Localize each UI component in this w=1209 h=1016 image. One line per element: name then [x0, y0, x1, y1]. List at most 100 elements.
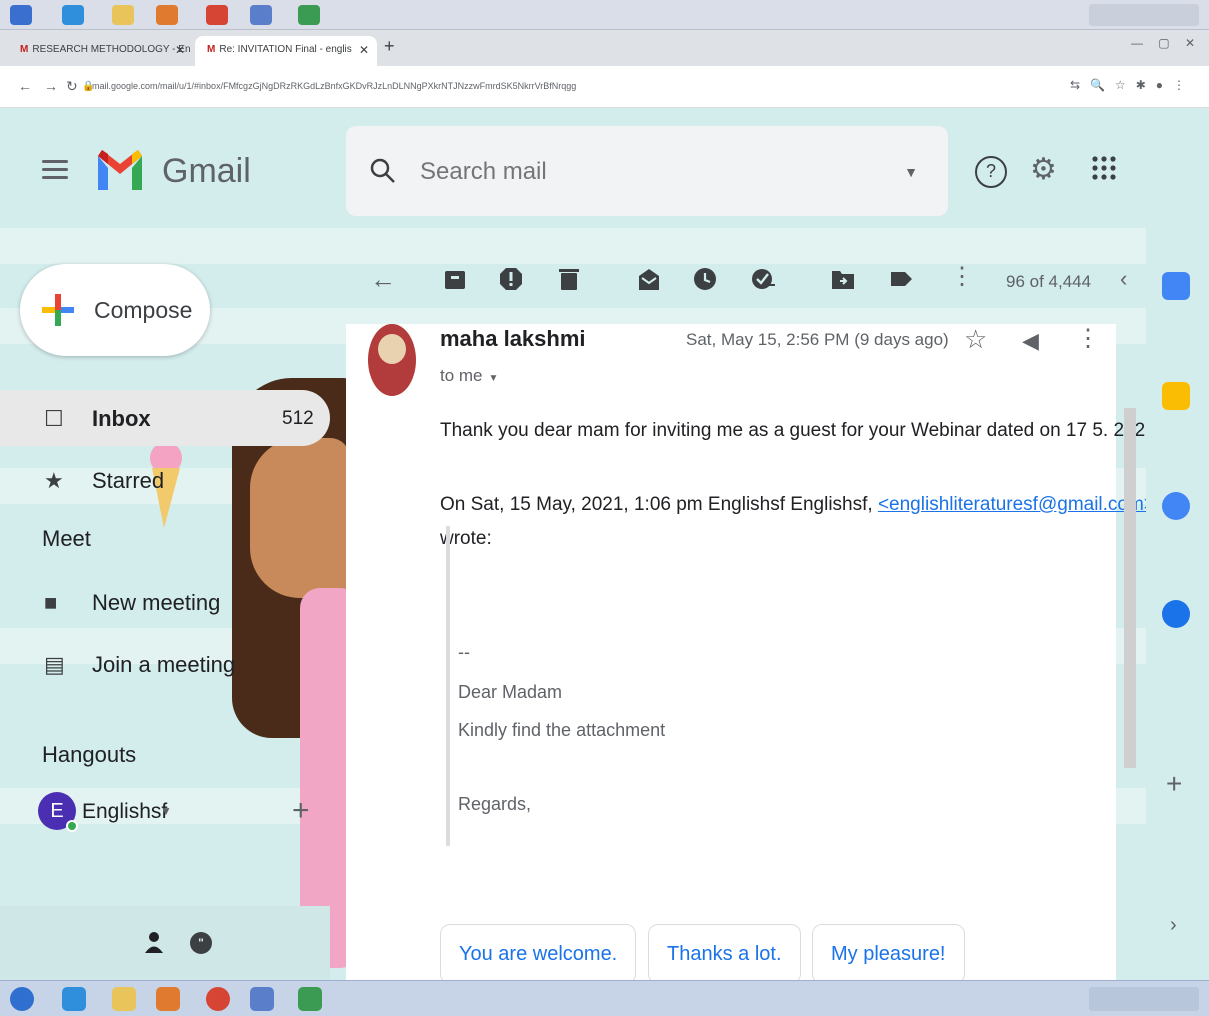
taskbar-app-icon[interactable] [250, 987, 274, 1011]
reload-icon[interactable]: ↻ [66, 78, 78, 95]
quoted-line: Dear Madam [458, 682, 563, 702]
message-position-count: 96 of 4,444 [1006, 272, 1092, 291]
compose-label: Compose [94, 297, 193, 323]
email-body-text: Thank you dear mam for inviting me as a … [440, 420, 1156, 441]
quote-header: On Sat, 15 May, 2021, 1:06 pm Englishsf … [440, 494, 1155, 516]
video-camera-icon: ■ [44, 590, 58, 615]
taskbar-app-icon[interactable] [112, 987, 136, 1011]
main-menu-icon[interactable] [42, 160, 68, 180]
taskbar-app-icon[interactable] [112, 5, 134, 25]
taskbar-app-icon[interactable] [298, 5, 320, 25]
inbox-unread-count: 512 [282, 408, 314, 429]
move-to-folder-icon[interactable] [830, 266, 856, 292]
hangouts-user[interactable]: E Englishsf ▼ + [38, 792, 328, 838]
os-top-taskbar [0, 0, 1209, 30]
sender-avatar[interactable] [368, 324, 416, 396]
search-options-caret-icon[interactable]: ▼ [904, 164, 918, 180]
search-bar: ▼ [346, 126, 948, 216]
settings-gear-icon[interactable]: ⚙ [1030, 152, 1057, 187]
message-toolbar: ← ⋮ 96 of 4,444 ‹ [346, 248, 1127, 312]
mark-unread-icon[interactable] [636, 266, 662, 292]
chevron-down-icon[interactable]: ▼ [160, 804, 172, 818]
taskbar-app-icon[interactable] [250, 5, 272, 25]
label-icon[interactable] [888, 266, 914, 292]
new-tab-button[interactable]: + [384, 36, 395, 57]
star-message-icon[interactable]: ☆ [964, 324, 987, 355]
sidebar-item-starred[interactable]: ★ Starred [0, 452, 330, 508]
browser-tab-active[interactable]: M Re: INVITATION Final - englis ✕ [195, 36, 377, 66]
email-scrollbar[interactable] [1124, 408, 1136, 768]
side-panel: + › [1146, 108, 1209, 980]
os-bottom-taskbar [0, 980, 1209, 1016]
window-controls[interactable]: — ▢ ✕ [1131, 36, 1201, 50]
smart-reply-chip[interactable]: You are welcome. [440, 924, 637, 980]
taskbar-app-icon[interactable] [62, 987, 86, 1011]
quoted-signature-separator: -- [458, 642, 470, 662]
hangouts-heading: Hangouts [42, 742, 137, 767]
help-icon[interactable]: ? [975, 156, 1007, 188]
gmail-favicon-icon: M [20, 44, 29, 55]
quoted-line: Kindly find the attachment [458, 720, 666, 740]
gmail-logo-text: Gmail [162, 152, 251, 190]
newer-message-chevron-icon[interactable]: ‹ [1120, 266, 1127, 292]
smart-reply-chip[interactable]: Thanks a lot. [648, 924, 801, 980]
contacts-icon[interactable] [1162, 600, 1190, 628]
archive-icon[interactable] [442, 266, 468, 292]
inbox-icon: ☐ [44, 406, 64, 431]
address-bar: ← → ↻ 🔒 mail.google.com/mail/u/1/#inbox/… [0, 66, 1209, 108]
recipient-label: to me [440, 366, 483, 385]
sender-email-link[interactable]: <englishliteraturesf@gmail.com> [878, 494, 1155, 515]
snooze-clock-icon[interactable] [692, 266, 718, 292]
taskbar-app-icon[interactable] [156, 987, 180, 1011]
gmail-app: Gmail ▼ ? ⚙ E Compose ☐ [0, 108, 1209, 980]
taskbar-app-icon[interactable] [10, 5, 32, 25]
close-tab-icon[interactable]: ✕ [175, 36, 185, 64]
sidebar-item-new-meeting[interactable]: ■ New meeting [0, 574, 330, 630]
expand-panel-chevron-icon[interactable]: › [1170, 914, 1177, 937]
back-to-inbox-icon[interactable]: ← [370, 264, 396, 295]
google-apps-icon[interactable] [1090, 154, 1118, 182]
quoted-line: Regards, [458, 794, 532, 814]
browser-tab[interactable]: M RESEARCH METHODOLOGY - En ✕ [8, 36, 193, 66]
report-spam-icon[interactable] [498, 266, 524, 292]
chrome-icon[interactable] [206, 987, 230, 1011]
search-input[interactable] [420, 158, 840, 186]
smart-reply-chip[interactable]: My pleasure! [812, 924, 965, 980]
forward-arrow-icon[interactable]: → [44, 78, 58, 94]
hangouts-user-name: Englishsf [82, 800, 168, 823]
taskbar-app-icon[interactable] [298, 987, 322, 1011]
keep-icon[interactable] [1162, 382, 1190, 410]
recipient-details[interactable]: to me ▼ [440, 366, 498, 386]
sender-name[interactable]: maha lakshmi [440, 326, 586, 352]
hangouts-chat-icon[interactable]: " [190, 932, 212, 954]
back-arrow-icon[interactable]: ← [18, 78, 32, 94]
url-field[interactable]: mail.google.com/mail/u/1/#inbox/FMfcgzGj… [92, 81, 992, 91]
sidebar-item-join-meeting[interactable]: ▤ Join a meeting [0, 636, 330, 692]
sidebar-item-label: New meeting [92, 590, 221, 615]
chevron-down-icon: ▼ [488, 373, 499, 384]
search-icon[interactable] [370, 158, 396, 184]
online-status-dot [66, 820, 78, 832]
compose-plus-icon [42, 294, 74, 326]
message-more-icon[interactable]: ⋮ [1076, 324, 1100, 353]
start-button-icon[interactable] [10, 987, 34, 1011]
taskbar-app-icon[interactable] [156, 5, 178, 25]
add-to-tasks-icon[interactable] [750, 266, 776, 292]
contacts-person-icon[interactable] [142, 930, 166, 954]
reply-icon[interactable]: ◀ [1022, 328, 1039, 354]
taskbar-app-icon[interactable] [62, 5, 84, 25]
meet-heading: Meet [42, 526, 91, 551]
new-conversation-plus-icon[interactable]: + [292, 794, 310, 828]
compose-button[interactable]: Compose [20, 264, 210, 356]
chrome-icon[interactable] [206, 5, 228, 25]
tasks-icon[interactable] [1162, 492, 1190, 520]
address-bar-actions[interactable]: ⇆🔍☆✱●⋮ [1070, 78, 1195, 92]
delete-trash-icon[interactable] [556, 266, 582, 292]
get-addons-plus-icon[interactable]: + [1166, 768, 1182, 800]
calendar-icon[interactable] [1162, 272, 1190, 300]
hangouts-bottom-bar: " [0, 906, 330, 980]
sidebar-item-inbox[interactable]: ☐ Inbox 512 [0, 390, 330, 446]
star-icon: ★ [44, 468, 64, 493]
more-options-icon[interactable]: ⋮ [950, 262, 974, 291]
close-tab-icon[interactable]: ✕ [359, 36, 369, 64]
